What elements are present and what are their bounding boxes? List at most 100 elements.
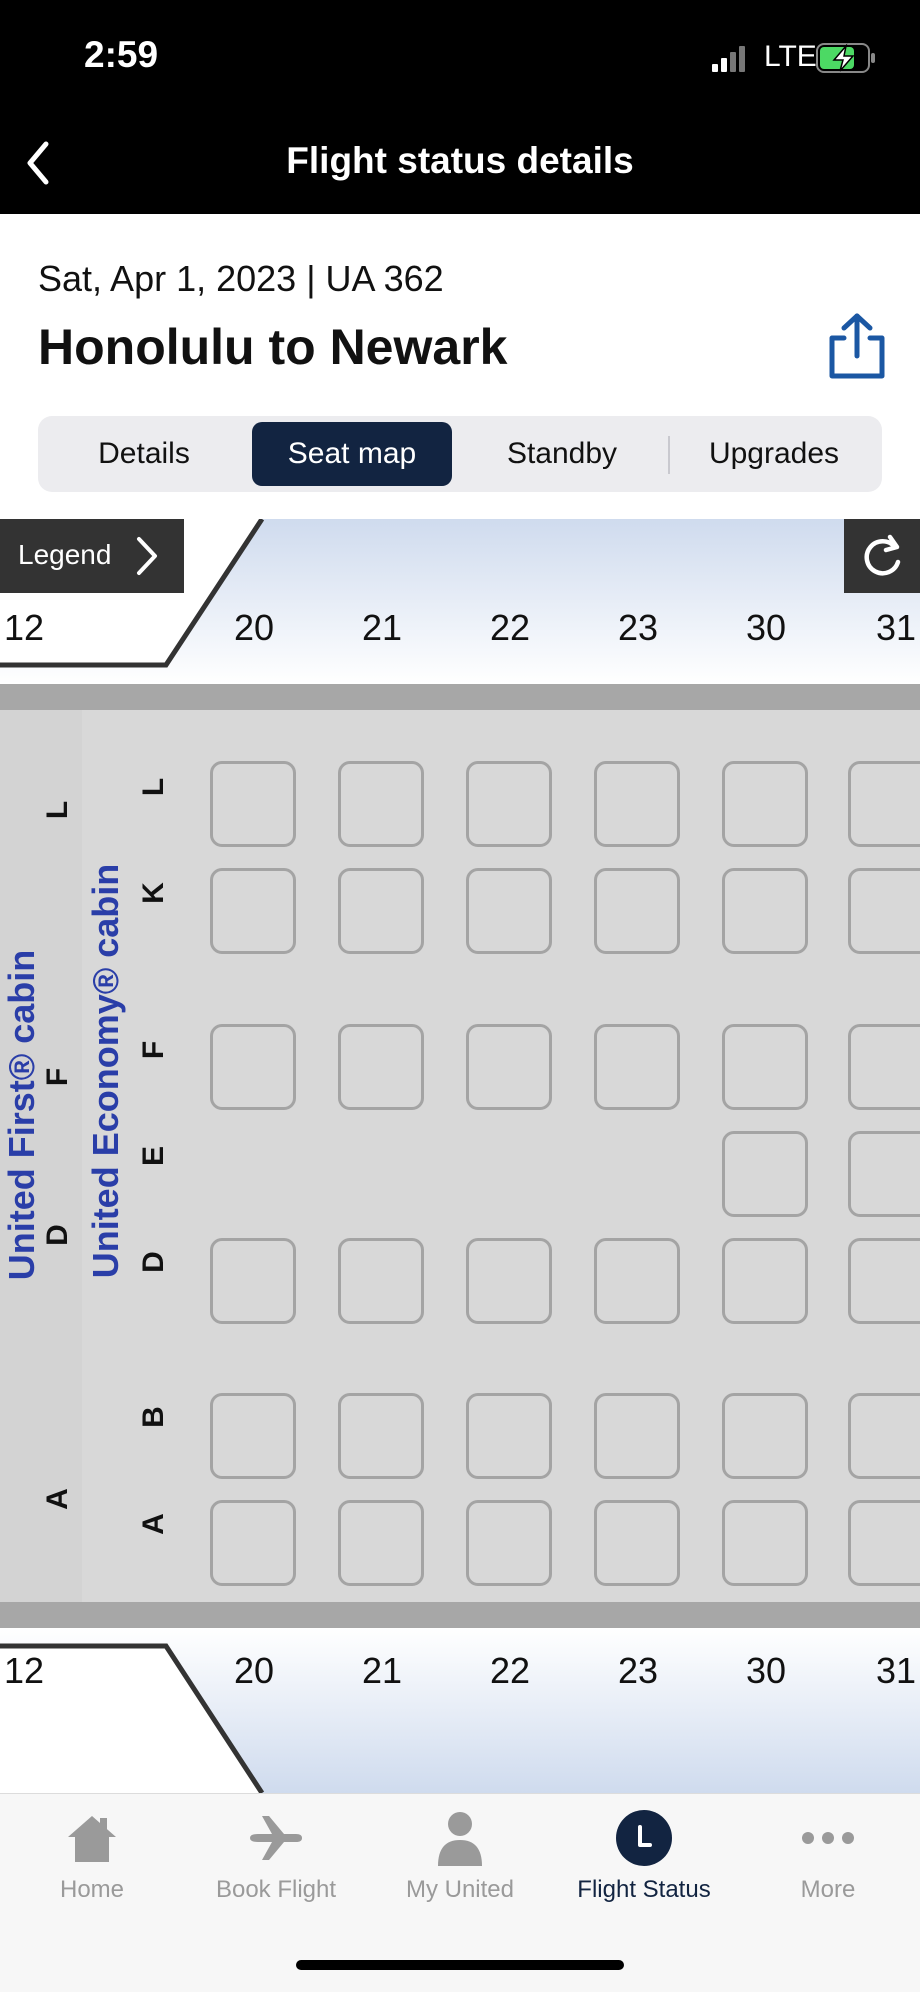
share-icon [829, 313, 885, 379]
seat[interactable] [466, 761, 552, 847]
row-number: 22 [489, 607, 531, 648]
seat[interactable] [210, 1393, 296, 1479]
seat[interactable] [338, 1393, 424, 1479]
seat[interactable] [210, 761, 296, 847]
seat[interactable] [848, 1393, 920, 1479]
seat[interactable] [466, 1500, 552, 1586]
tab-seat-map[interactable]: Seat map [252, 422, 452, 486]
nav-label: My United [405, 1876, 515, 1903]
column-letter: L [41, 800, 74, 820]
flight-route: Honolulu to Newark [38, 319, 508, 375]
seat[interactable] [848, 1238, 920, 1324]
row-number: 30 [745, 1650, 787, 1691]
seat[interactable] [210, 1500, 296, 1586]
row-number: 22 [489, 1650, 531, 1691]
column-letter: F [137, 1040, 170, 1060]
nav-label: More [800, 1876, 856, 1903]
seat[interactable] [466, 1393, 552, 1479]
nav-more[interactable]: More [736, 1794, 920, 1914]
seat-map[interactable]: 12 20 21 22 23 30 31 Legend United First… [0, 519, 920, 1793]
page-title: Flight status details [286, 140, 634, 181]
column-letter: A [41, 1488, 74, 1510]
seat[interactable] [466, 868, 552, 954]
legend-button[interactable]: Legend [0, 519, 184, 593]
row-number: 23 [617, 607, 659, 648]
row-number: 21 [361, 607, 403, 648]
seat[interactable] [466, 1238, 552, 1324]
row-number: 30 [745, 607, 787, 648]
nav-my-united[interactable]: My United [368, 1794, 552, 1914]
seat[interactable] [722, 1500, 808, 1586]
seat[interactable] [594, 868, 680, 954]
cabin-body: United First® cabin United Economy® cabi… [0, 684, 920, 1628]
cabin-label-economy: United Economy® cabin [85, 863, 126, 1279]
tab-divider [668, 436, 670, 474]
cabin-label-first: United First® cabin [1, 949, 42, 1281]
person-icon [438, 1812, 482, 1866]
legend-label: Legend [18, 539, 112, 570]
tab-upgrades[interactable]: Upgrades [674, 422, 874, 486]
nav-flight-status[interactable]: Flight Status [552, 1794, 736, 1914]
battery-charging-icon [816, 43, 875, 73]
seat[interactable] [848, 1024, 920, 1110]
bulkhead-bottom [0, 1602, 920, 1628]
seat[interactable] [338, 1024, 424, 1110]
column-letter: D [137, 1251, 170, 1273]
nav-label: Book Flight [215, 1876, 337, 1903]
row-number: 23 [617, 1650, 659, 1691]
seat[interactable] [722, 868, 808, 954]
nav-book-flight[interactable]: Book Flight [184, 1794, 368, 1914]
chevron-right-icon [137, 537, 157, 575]
flight-date-number: Sat, Apr 1, 2023 | UA 362 [38, 258, 444, 299]
seat[interactable] [722, 1131, 808, 1217]
seat[interactable] [594, 1238, 680, 1324]
bulkhead-top [0, 684, 920, 710]
column-letter: K [137, 882, 170, 904]
row-number: 12 [3, 1650, 45, 1691]
row-number: 21 [361, 1650, 403, 1691]
column-letter: D [41, 1224, 74, 1246]
network-label: LTE [764, 40, 817, 73]
seat[interactable] [722, 1024, 808, 1110]
seat[interactable] [722, 761, 808, 847]
nav-label: Home [59, 1876, 125, 1903]
seat[interactable] [210, 868, 296, 954]
signal-icon [712, 46, 745, 72]
top-bar: 2:59 LTE Flight status details [0, 0, 920, 214]
seat[interactable] [848, 1131, 920, 1217]
refresh-icon [864, 534, 901, 576]
seat[interactable] [594, 1500, 680, 1586]
more-icon [802, 1832, 854, 1844]
seat[interactable] [466, 1024, 552, 1110]
column-letter: E [137, 1145, 170, 1167]
seat[interactable] [210, 1238, 296, 1324]
column-letter: B [137, 1406, 170, 1428]
nav-home[interactable]: Home [0, 1794, 184, 1914]
share-button[interactable] [822, 312, 892, 382]
row-number: 12 [3, 607, 45, 648]
seat[interactable] [210, 1024, 296, 1110]
refresh-button[interactable] [844, 519, 920, 593]
seat[interactable] [848, 761, 920, 847]
seat[interactable] [848, 1500, 920, 1586]
column-letter: A [137, 1513, 170, 1535]
flight-status-icon [616, 1810, 672, 1866]
column-letter: L [137, 777, 170, 797]
seat[interactable] [722, 1238, 808, 1324]
seat[interactable] [338, 868, 424, 954]
tab-standby[interactable]: Standby [462, 422, 662, 486]
row-number: 20 [233, 607, 275, 648]
seat[interactable] [594, 1393, 680, 1479]
row-number: 20 [233, 1650, 275, 1691]
seat[interactable] [338, 761, 424, 847]
nav-label: Flight Status [577, 1876, 711, 1903]
seat[interactable] [338, 1238, 424, 1324]
seat[interactable] [338, 1500, 424, 1586]
seat[interactable] [594, 761, 680, 847]
home-icon [68, 1816, 116, 1862]
seat[interactable] [722, 1393, 808, 1479]
segment-tabs: Details Seat map Standby Upgrades [38, 416, 882, 492]
tab-details[interactable]: Details [46, 422, 242, 486]
seat[interactable] [594, 1024, 680, 1110]
seat[interactable] [848, 868, 920, 954]
